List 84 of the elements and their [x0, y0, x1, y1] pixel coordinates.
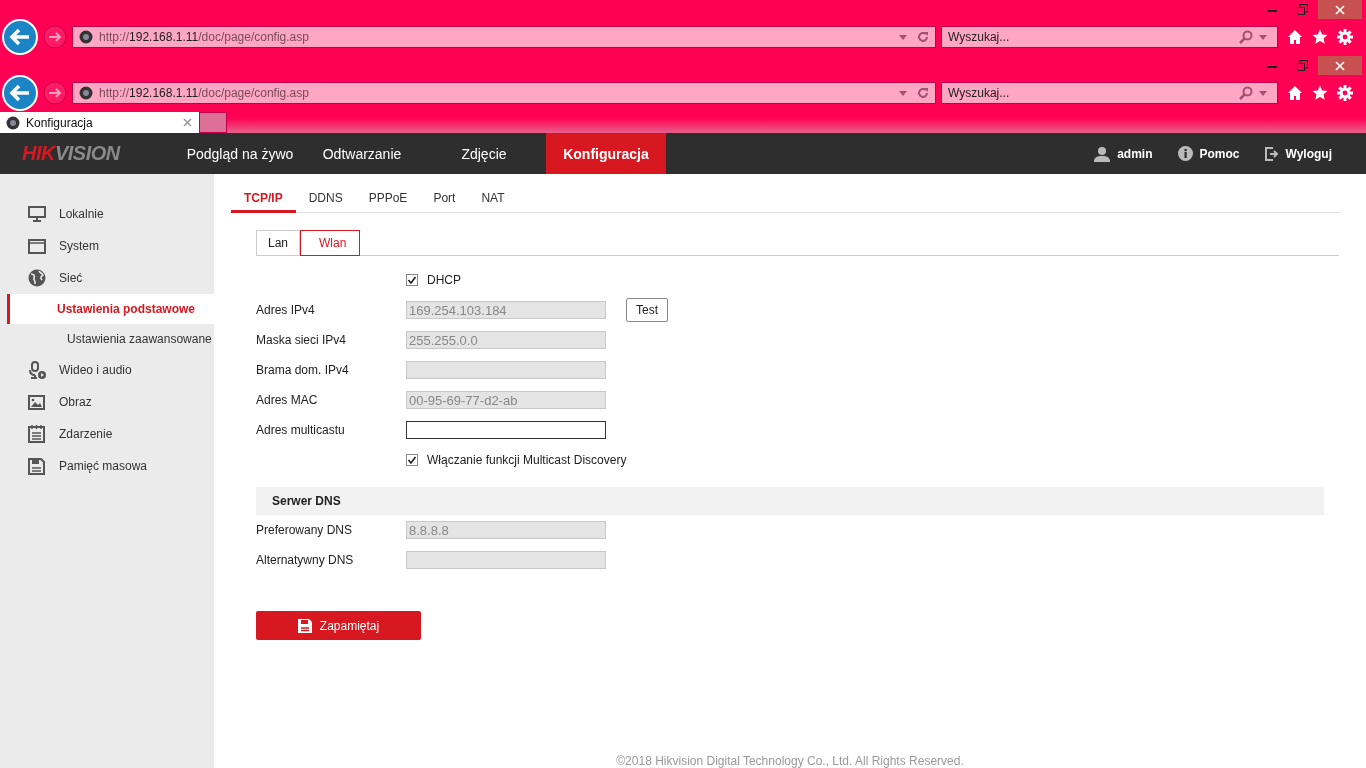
dropdown-icon[interactable]	[1259, 90, 1267, 96]
calendar-icon	[28, 425, 46, 443]
close-window-button[interactable]	[1318, 0, 1362, 19]
section-title: Serwer DNS	[272, 494, 341, 508]
close-window-button[interactable]	[1318, 56, 1362, 75]
minimize-icon[interactable]	[1267, 66, 1277, 69]
field-label: Alternatywny DNS	[256, 553, 355, 567]
browser-tab[interactable]: Konfiguracja	[0, 112, 199, 133]
nav-tab[interactable]: Odtwarzanie	[302, 133, 422, 174]
checkbox[interactable]	[406, 454, 418, 466]
close-icon	[1335, 4, 1345, 15]
input-field[interactable]	[406, 421, 606, 439]
forward-button[interactable]	[43, 25, 67, 49]
checkbox-label: DHCP	[427, 273, 461, 287]
dropdown-icon[interactable]	[899, 34, 907, 40]
address-bar[interactable]: http://192.168.1.11/doc/page/config.asp	[72, 26, 936, 48]
tab[interactable]: DDNS	[295, 185, 356, 213]
info-icon	[1177, 146, 1193, 161]
user-menu-link[interactable]: Wyloguj	[1285, 146, 1332, 161]
new-tab-button[interactable]	[199, 112, 227, 133]
tab[interactable]: NAT	[468, 185, 518, 213]
camera-icon	[6, 115, 20, 130]
user-menu-link[interactable]: admin	[1117, 146, 1153, 161]
window-icon	[28, 238, 46, 254]
sidebar-item[interactable]: Pamięć masowa	[0, 450, 214, 482]
nav-tab[interactable]: Konfiguracja	[546, 133, 666, 174]
restore-icon[interactable]	[1297, 60, 1308, 71]
sidebar-subitem[interactable]: Ustawienia podstawowe	[7, 294, 214, 324]
field-label: Adres multicastu	[256, 423, 346, 437]
logout-icon	[1264, 146, 1279, 161]
camera-icon	[79, 30, 93, 44]
search-icon[interactable]	[1239, 86, 1253, 100]
field-label: Brama dom. IPv4	[256, 363, 350, 377]
sidebar-item[interactable]: Lokalnie	[0, 198, 214, 230]
dropdown-icon[interactable]	[899, 90, 907, 96]
tab[interactable]: TCP/IP	[231, 185, 296, 213]
nav-tab[interactable]: Zdjęcie	[424, 133, 544, 174]
monitor-icon	[28, 206, 46, 222]
field-label: Adres IPv4	[256, 303, 316, 317]
checkbox[interactable]	[406, 274, 418, 286]
logo: HIKVISION	[22, 142, 122, 165]
close-icon	[1335, 60, 1345, 71]
copyright-text: ©2018 Hikvision Digital Technology Co., Ltd. All Rights Reserved.	[615, 754, 965, 768]
sub-tab[interactable]: Lan	[256, 230, 301, 256]
dropdown-icon[interactable]	[1259, 34, 1267, 40]
sub-tab[interactable]: Wlan	[300, 230, 361, 256]
camera-icon	[79, 86, 93, 100]
nav-tab[interactable]: Podgląd na żywo	[180, 133, 300, 174]
field-label: Adres MAC	[256, 393, 319, 407]
refresh-icon[interactable]	[917, 31, 929, 43]
tab[interactable]: Port	[420, 185, 469, 213]
globe-icon	[28, 269, 46, 287]
sidebar-item[interactable]: Wideo i audio	[0, 354, 214, 386]
sidebar-item[interactable]: System	[0, 230, 214, 262]
sidebar-item[interactable]: Zdarzenie	[0, 418, 214, 450]
search-icon[interactable]	[1239, 30, 1253, 44]
user-icon	[1094, 145, 1111, 162]
sidebar-item[interactable]: Obraz	[0, 386, 214, 418]
back-button[interactable]	[2, 75, 38, 111]
sidebar-item[interactable]: Sieć	[0, 262, 214, 294]
refresh-icon[interactable]	[917, 87, 929, 99]
field-label: Maska sieci IPv4	[256, 333, 348, 347]
save-button[interactable]: Zapamiętaj	[256, 611, 421, 640]
field-label: Preferowany DNS	[256, 523, 354, 537]
image-icon	[28, 394, 46, 410]
search-field[interactable]: Wyszukaj...	[941, 26, 1278, 48]
back-button[interactable]	[2, 19, 38, 55]
star-icon[interactable]	[1312, 85, 1328, 101]
user-menu-link[interactable]: Pomoc	[1199, 146, 1240, 161]
home-icon[interactable]	[1287, 29, 1303, 45]
search-field[interactable]: Wyszukaj...	[941, 82, 1278, 104]
settings-icon[interactable]	[1337, 85, 1353, 101]
restore-icon[interactable]	[1297, 4, 1308, 15]
star-icon[interactable]	[1312, 29, 1328, 45]
close-icon[interactable]	[183, 118, 192, 127]
address-bar[interactable]: http://192.168.1.11/doc/page/config.asp	[72, 82, 936, 104]
settings-icon[interactable]	[1337, 29, 1353, 45]
minimize-icon[interactable]	[1267, 10, 1277, 13]
sidebar-subitem[interactable]: Ustawienia zaawansowane	[7, 324, 214, 354]
home-icon[interactable]	[1287, 85, 1303, 101]
checkbox-label: Włączanie funkcji Multicast Discovery	[427, 453, 627, 467]
forward-button[interactable]	[43, 81, 67, 105]
tab[interactable]: PPPoE	[355, 185, 421, 213]
microphone-icon	[28, 360, 46, 380]
